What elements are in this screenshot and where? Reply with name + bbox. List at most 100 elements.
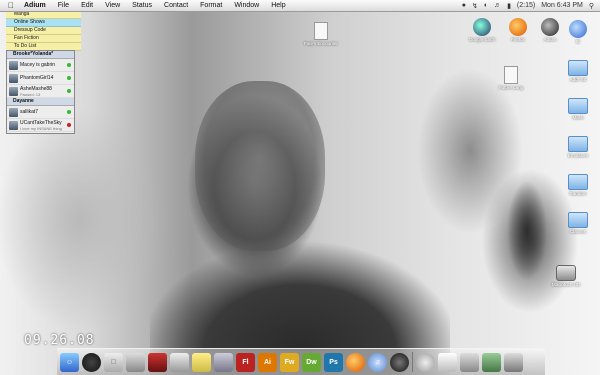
folder-icon xyxy=(568,174,588,190)
internet-explorer-icon xyxy=(569,20,587,38)
group-header[interactable]: Dayanne xyxy=(7,98,74,106)
flash-icon[interactable]: Fl xyxy=(236,353,255,372)
apple-menu-icon[interactable]:  xyxy=(4,1,18,10)
hard-drive-icon xyxy=(556,265,576,281)
preview-icon[interactable] xyxy=(438,353,457,372)
wifi-icon[interactable]: ◐ xyxy=(484,2,488,9)
photoshop-icon[interactable]: Ps xyxy=(324,353,343,372)
document-icon xyxy=(314,22,328,40)
buddy-name: UCantTakeTheSky I love my INSANE thing xyxy=(20,120,67,131)
fireworks-icon[interactable]: Fw xyxy=(280,353,299,372)
battery-icon[interactable]: ▮ xyxy=(507,2,511,10)
icon-label: Emulators xyxy=(567,153,589,158)
icon-label: Fate's Encounter xyxy=(304,41,338,46)
group-header[interactable]: Brooke*Yolanda* xyxy=(7,51,74,59)
dock: ☺  Fl Ai Fw Dw Ps ♫ xyxy=(57,348,545,375)
menu-file[interactable]: File xyxy=(58,2,69,9)
desktop-icon-future-lang[interactable]: Future Lang xyxy=(491,66,531,90)
desktop-icon-fate[interactable]: Fate's Encounter xyxy=(301,22,341,46)
red-app-icon[interactable] xyxy=(148,353,167,372)
desktop-folder-2[interactable]: Mash xyxy=(558,98,598,120)
sync-icon[interactable] xyxy=(416,353,435,372)
status-dot xyxy=(67,123,71,127)
menu-format[interactable]: Format xyxy=(200,2,222,9)
menu-bar:  Adium File Edit View Status Contact Fo… xyxy=(0,0,600,12)
clock[interactable]: Mon 6:43 PM xyxy=(541,2,583,9)
desktop-folder-1[interactable]: Add'l Stf xyxy=(558,60,598,82)
terminal-icon[interactable] xyxy=(482,353,501,372)
volume-icon[interactable]: ♬ xyxy=(494,2,501,9)
folder-icon xyxy=(568,212,588,228)
menu-window[interactable]: Window xyxy=(234,2,259,9)
avatar xyxy=(9,107,18,117)
folder-icon xyxy=(568,60,588,76)
icon-label: IE xyxy=(575,39,581,44)
dreamweaver-icon[interactable]: Dw xyxy=(302,353,321,372)
status-dot xyxy=(67,89,71,93)
buddy-name: PhantomGirl14 xyxy=(20,75,54,81)
folder-icon xyxy=(568,98,588,114)
stickies-icon[interactable] xyxy=(192,353,211,372)
apple-app-icon[interactable]:  xyxy=(104,353,123,372)
note-manga[interactable]: Manga xyxy=(6,11,81,19)
menu-help[interactable]: Help xyxy=(271,2,285,9)
desktop-folder-3[interactable]: Emulators xyxy=(558,136,598,158)
icon-label: Mash xyxy=(572,115,584,120)
photos-icon[interactable] xyxy=(460,353,479,372)
photo-app-icon[interactable] xyxy=(170,353,189,372)
illustrator-icon[interactable]: Ai xyxy=(258,353,277,372)
menu-view[interactable]: View xyxy=(105,2,120,9)
document-icon xyxy=(504,66,518,84)
buddy-row[interactable]: AsheMashe88 Paused: 13 xyxy=(7,85,74,98)
desktop-folder-4[interactable]: Random xyxy=(558,174,598,196)
adium-dock-icon[interactable] xyxy=(390,353,409,372)
status-dot xyxy=(67,63,71,67)
icon-label: Random xyxy=(569,191,587,196)
itunes-icon[interactable]: ♫ xyxy=(368,353,387,372)
status-dot xyxy=(67,110,71,114)
avatar xyxy=(9,120,18,130)
buddy-name: Macey is gabrin xyxy=(20,62,56,68)
menu-edit[interactable]: Edit xyxy=(81,2,93,9)
menu-status[interactable]: Status xyxy=(132,2,152,9)
desktop-icon-ie[interactable]: IE xyxy=(558,20,598,44)
app-menu[interactable]: Adium xyxy=(24,2,46,9)
status-dot xyxy=(67,76,71,80)
bluetooth-icon[interactable]: ↯ xyxy=(472,2,478,10)
desktop-icon-google-earth[interactable]: Google Earth xyxy=(462,18,502,42)
note-dressup-code[interactable]: Dressup Code xyxy=(6,27,81,35)
buddy-name: AsheMashe88 Paused: 13 xyxy=(20,86,67,97)
wallpaper-figure xyxy=(505,176,550,286)
stickies-list: Manga Online Shows Dressup Code Fan Fict… xyxy=(6,11,81,51)
finder-icon[interactable]: ☺ xyxy=(60,353,79,372)
buddy-name: sallikat7 xyxy=(20,109,39,115)
menu-contact[interactable]: Contact xyxy=(164,2,188,9)
buddy-row[interactable]: PhantomGirl14 xyxy=(7,72,74,85)
spotlight-icon[interactable]: ⚲ xyxy=(589,2,594,10)
folder-icon xyxy=(568,136,588,152)
firefox-dock-icon[interactable] xyxy=(346,353,365,372)
desktop-date: 09.26.08 xyxy=(24,333,95,348)
desktop-icon-hard-drive[interactable]: Macintosh HD xyxy=(546,265,586,287)
note-online-shows[interactable]: Online Shows xyxy=(6,19,81,27)
menu-extras: ● ↯ ◐ ♬ ▮ (2:15) Mon 6:43 PM ⚲ xyxy=(462,2,600,10)
dashboard-icon[interactable] xyxy=(82,353,101,372)
icon-label: Add'l Stf xyxy=(569,77,587,82)
buddy-row[interactable]: Macey is gabrin xyxy=(7,59,74,72)
desktop-folder-5[interactable]: Classes xyxy=(558,212,598,234)
avatar xyxy=(9,73,18,83)
network-icon[interactable] xyxy=(214,353,233,372)
battery-time[interactable]: (2:15) xyxy=(517,2,535,9)
dock-separator xyxy=(412,352,413,372)
buddy-status-message: I love my INSANE thing xyxy=(20,125,62,131)
buddy-name-text: UCantTakeTheSky xyxy=(20,119,62,126)
avatar xyxy=(9,86,18,96)
trash-icon[interactable] xyxy=(504,353,523,372)
note-fan-fiction[interactable]: Fan Fiction xyxy=(6,35,81,43)
firefox-icon xyxy=(509,18,527,36)
buddy-status-message: Paused: 13 xyxy=(20,91,41,97)
adium-status-icon[interactable]: ● xyxy=(462,2,466,9)
calculator-icon[interactable] xyxy=(126,353,145,372)
buddy-row[interactable]: UCantTakeTheSky I love my INSANE thing xyxy=(7,119,74,132)
buddy-row[interactable]: sallikat7 xyxy=(7,106,74,119)
